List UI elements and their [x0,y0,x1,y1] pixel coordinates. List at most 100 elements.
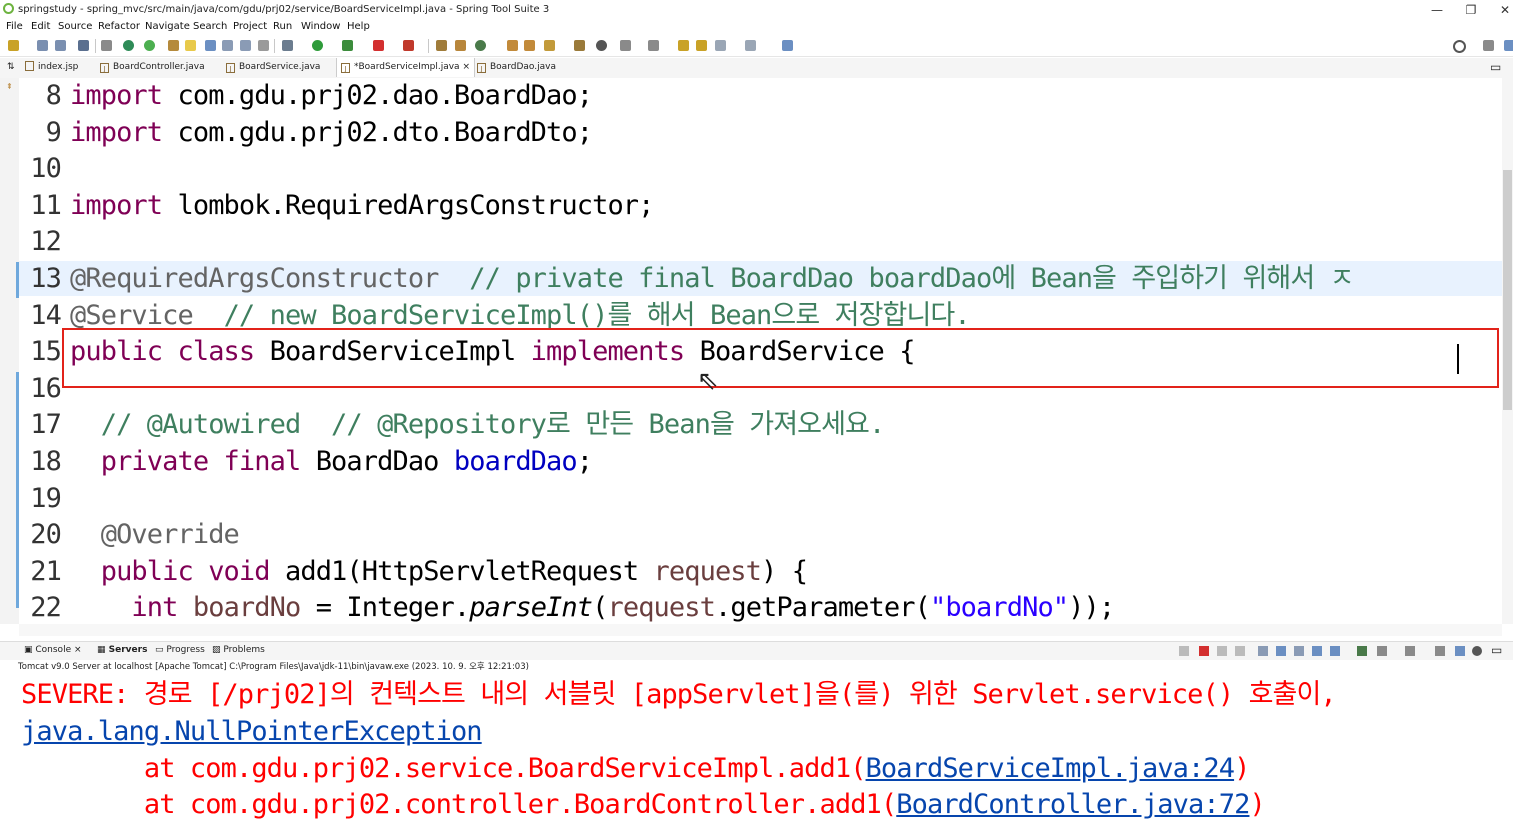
menu-window[interactable]: Window [301,21,340,32]
code-line[interactable]: 22 int boardNo = Integer.parseInt(reques… [19,590,1115,624]
menu-project[interactable]: Project [233,21,267,32]
save-all-icon[interactable] [55,40,66,51]
mark-occurrences-icon[interactable] [185,40,196,51]
new-spring-icon[interactable] [475,40,486,51]
editor-vertical-scrollbar[interactable] [1502,78,1513,624]
tab-progress[interactable]: ▭ Progress [155,645,205,655]
spring-boot-icon[interactable] [123,40,134,51]
stacktrace-link[interactable]: BoardServiceImpl.java:24 [866,753,1235,784]
next-annotation-icon[interactable] [620,40,631,51]
forward-icon[interactable] [745,40,756,51]
show-stderr-icon[interactable] [1330,646,1340,656]
menu-source[interactable]: Source [58,21,92,32]
tab-board-dao[interactable]: J BoardDao.java [477,58,556,77]
external-tools-icon[interactable] [342,40,353,51]
code-line[interactable]: 11 import lombok.RequiredArgsConstructor; [19,188,654,224]
block-select-icon[interactable] [222,40,233,51]
new-package-icon[interactable] [436,40,447,51]
editor-horizontal-scrollbar[interactable] [19,624,1502,636]
tab-board-controller[interactable]: J BoardController.java [100,58,205,77]
menu-refactor[interactable]: Refactor [98,21,140,32]
code-line[interactable]: 21 public void add1(HttpServletRequest r… [19,554,808,590]
search-icon[interactable] [1453,40,1466,53]
code-editor[interactable]: 8 import com.gdu.prj02.dao.BoardDao; 9 impo… [19,78,1502,624]
tab-index-jsp[interactable]: index.jsp [25,58,78,77]
code-text: public void add1(HttpServletRequest requ… [70,554,808,590]
tab-board-service[interactable]: J BoardService.java [226,58,320,77]
scrollbar-thumb[interactable] [1503,170,1512,410]
code-line[interactable]: 20 @Override [19,517,240,553]
refresh-icon[interactable] [144,40,155,51]
code-line[interactable]: 10 [19,151,70,187]
close-button[interactable]: ✕ [1490,1,1513,19]
menu-run[interactable]: Run [273,21,292,32]
open-type-icon[interactable] [168,40,179,51]
stacktrace-link[interactable]: BoardController.java:72 [896,789,1250,820]
open-folder-icon[interactable] [507,40,518,51]
toggle-icon[interactable] [205,40,216,51]
run-icon[interactable] [312,40,323,51]
menu-file[interactable]: File [6,21,23,32]
maximize-button[interactable]: ❐ [1456,1,1486,19]
code-line[interactable]: 13 @RequiredArgsConstructor // private fi… [19,261,1354,297]
open-console-icon[interactable] [1405,646,1415,656]
console-settings-icon[interactable] [1435,646,1445,656]
java-perspective-icon[interactable] [1504,40,1513,51]
code-line[interactable]: 17 // @Autowired // @Repository로 만든 Bean… [19,407,885,443]
code-line[interactable]: 9 import com.gdu.prj02.dto.BoardDto; [19,115,593,151]
tab-problems[interactable]: ▨ Problems [212,645,265,655]
skip-breakpoints-icon[interactable] [101,40,112,51]
tab-close-icon[interactable]: × [462,62,470,72]
word-wrap-icon[interactable] [1294,646,1304,656]
whitespace-icon[interactable] [240,40,251,51]
last-edit-icon[interactable] [678,40,689,51]
link-console-icon[interactable] [1455,646,1465,656]
menu-navigate[interactable]: Navigate [145,21,190,32]
tab-servers[interactable]: ▦ Servers [97,645,147,655]
new-icon[interactable] [8,40,19,51]
code-line[interactable]: 12 [19,224,70,260]
save-icon[interactable] [37,40,48,51]
paragraph-icon[interactable] [258,40,269,51]
clear-console-icon[interactable] [1258,646,1268,656]
back-history-icon[interactable] [696,40,707,51]
stacktrace-link[interactable]: java.lang.NullPointerException [21,716,483,747]
open-perspective-icon[interactable] [1483,40,1494,51]
back-icon[interactable] [715,40,726,51]
code-line[interactable]: 8 import com.gdu.prj02.dao.BoardDao; [19,78,593,114]
pin-console-icon[interactable] [1357,646,1367,656]
print-icon[interactable] [78,40,89,51]
tab-console[interactable]: ▣ Console × [24,645,82,655]
menu-help[interactable]: Help [347,21,370,32]
code-line[interactable]: 18 private final BoardDao boardDao; [19,444,593,480]
disconnect-icon[interactable] [1179,646,1189,656]
minimize-console-icon[interactable]: ▭ [1491,643,1502,657]
menu-edit[interactable]: Edit [31,21,50,32]
globe-icon[interactable] [596,40,607,51]
scroll-lock-icon[interactable] [1276,646,1286,656]
stop-icon[interactable] [373,40,384,51]
search-files-icon[interactable] [544,40,555,51]
show-stdout-icon[interactable] [1312,646,1322,656]
remove-launch-icon[interactable] [1217,646,1227,656]
menu-search[interactable]: Search [193,21,227,32]
gear-icon[interactable] [1472,646,1482,656]
minimize-button[interactable]: — [1422,1,1452,19]
debug-icon[interactable] [282,40,293,51]
remove-all-icon[interactable] [1235,646,1245,656]
new-class-icon[interactable] [455,40,466,51]
minimize-editor-icon[interactable]: ▭ [1490,58,1501,77]
view-menu-icon[interactable]: ⇅ [7,58,15,77]
open-task-icon[interactable] [524,40,535,51]
previous-annotation-icon[interactable] [648,40,659,51]
pin-editor-icon[interactable] [782,40,793,51]
console-output[interactable]: SEVERE: 경로 [/prj02]의 컨텍스트 내의 서블릿 [appSer… [0,675,1513,824]
server-icon[interactable] [403,40,414,51]
code-line[interactable]: 19 [19,481,70,517]
display-console-icon[interactable] [1377,646,1387,656]
terminate-icon[interactable] [1199,646,1209,656]
tab-board-service-impl[interactable]: J *BoardServiceImpl.java × [336,58,475,77]
annotation-icon[interactable] [574,40,585,51]
